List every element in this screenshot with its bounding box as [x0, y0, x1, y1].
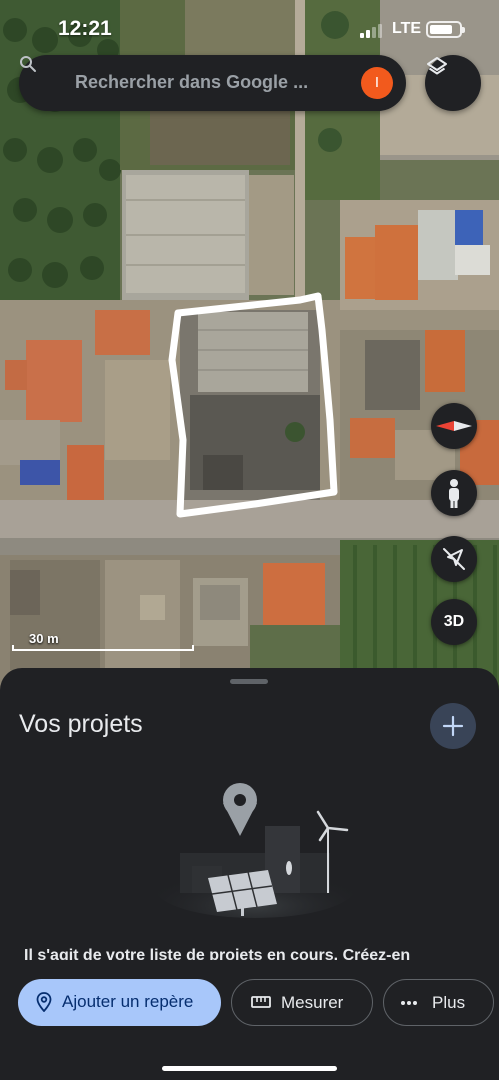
status-bar: 12:21 LTE — [0, 0, 499, 56]
more-horizontal-icon — [401, 1001, 417, 1005]
more-button[interactable]: Plus — [383, 979, 494, 1026]
status-time: 12:21 — [58, 17, 112, 40]
battery-icon — [426, 21, 465, 38]
plus-icon — [442, 715, 464, 737]
sheet-title: Vos projets — [19, 710, 143, 738]
add-marker-button[interactable]: Ajouter un repère — [18, 979, 221, 1026]
street-view-icon — [449, 479, 459, 508]
projects-illustration — [155, 783, 355, 918]
3d-toggle-button[interactable]: 3D — [431, 599, 477, 645]
location-off-icon — [443, 548, 465, 570]
layers-button[interactable] — [425, 55, 481, 111]
location-pin-icon — [36, 992, 52, 1012]
search-bar[interactable]: Rechercher dans Google ... I — [19, 55, 406, 111]
satellite-map[interactable]: 12:21 LTE Rechercher dans Google ... I 3… — [0, 0, 499, 700]
signal-icon — [360, 24, 382, 38]
layers-icon — [427, 57, 447, 75]
avatar[interactable]: I — [361, 67, 393, 99]
scale-bar — [12, 645, 194, 651]
more-label: Plus — [432, 993, 466, 1012]
home-indicator[interactable] — [162, 1066, 337, 1071]
battery-level — [430, 25, 452, 34]
street-view-button[interactable] — [431, 470, 477, 516]
add-project-button[interactable] — [430, 703, 476, 749]
search-icon — [20, 56, 36, 72]
compass-icon — [436, 421, 472, 431]
measure-button[interactable]: Mesurer — [231, 979, 373, 1026]
location-button[interactable] — [431, 536, 477, 582]
compass-button[interactable] — [431, 403, 477, 449]
empty-state-message: Il s'agit de votre liste de projets en c… — [24, 947, 411, 960]
sheet-drag-handle[interactable] — [230, 679, 268, 684]
projects-sheet[interactable]: Vos projets Il s'agit de votre liste de … — [0, 668, 499, 1080]
measure-label: Mesurer — [281, 993, 344, 1012]
network-type: LTE — [392, 20, 422, 37]
scale-label: 30 m — [29, 631, 59, 646]
ruler-icon — [251, 996, 271, 1008]
search-placeholder[interactable]: Rechercher dans Google ... — [75, 72, 308, 93]
add-marker-label: Ajouter un repère — [62, 992, 194, 1011]
